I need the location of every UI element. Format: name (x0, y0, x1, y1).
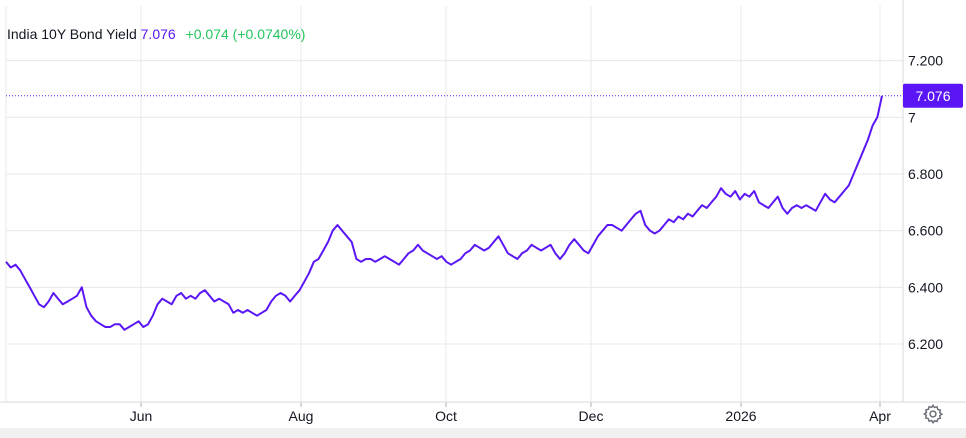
y-tick-label: 7 (908, 109, 916, 125)
gear-icon[interactable] (922, 403, 944, 425)
series-layer (5, 95, 883, 331)
bottom-scroll-strip[interactable] (0, 428, 966, 438)
y-tick-label: 6.600 (908, 223, 943, 239)
axes: 6.200 6.400 6.600 6.800 7 7.200 Jun Aug Oct Dec 20… (0, 0, 966, 424)
series-line (5, 95, 883, 331)
last-price-layer: 7.076 (6, 83, 963, 108)
last-price-tag-label: 7.076 (915, 88, 950, 104)
chart-canvas[interactable]: 6.200 6.400 6.600 6.800 7 7.200 Jun Aug Oct Dec 20… (0, 0, 966, 438)
x-tick-label: Apr (869, 408, 891, 424)
chart-legend: India 10Y Bond Yield 7.076 +0.074 (+0.07… (7, 26, 305, 42)
x-tick-label: Jun (130, 408, 153, 424)
x-tick-label: 2026 (725, 408, 756, 424)
y-tick-label: 6.400 (908, 279, 943, 295)
grid-lines (5, 6, 903, 402)
legend-last-value: 7.076 (140, 26, 176, 42)
y-tick-label: 6.800 (908, 166, 943, 182)
chart-container: 6.200 6.400 6.600 6.800 7 7.200 Jun Aug Oct Dec 20… (0, 0, 966, 438)
y-tick-label: 7.200 (908, 53, 943, 69)
x-tick-label: Aug (289, 408, 314, 424)
legend-change: +0.074 (+0.0740%) (185, 26, 306, 42)
legend-title: India 10Y Bond Yield (7, 26, 137, 42)
x-tick-label: Oct (435, 408, 457, 424)
x-tick-label: Dec (579, 408, 604, 424)
y-tick-label: 6.200 (908, 336, 943, 352)
